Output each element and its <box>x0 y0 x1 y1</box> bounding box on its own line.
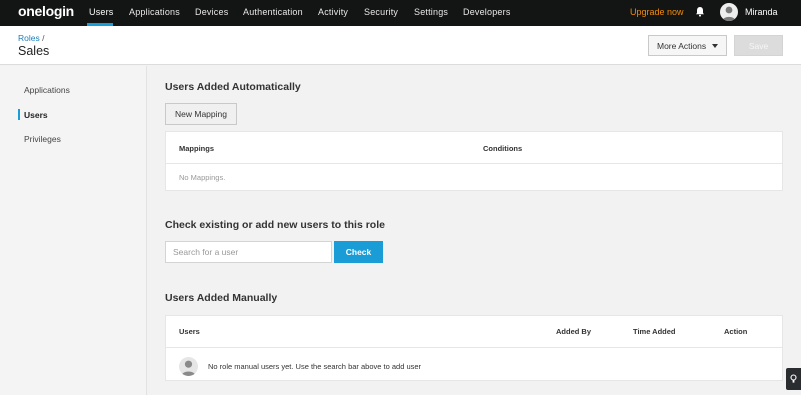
user-silhouette-icon <box>181 360 196 376</box>
nav-applications[interactable]: Applications <box>129 7 180 17</box>
nav-devices[interactable]: Devices <box>195 7 228 17</box>
empty-mappings-text: No Mappings. <box>179 173 226 182</box>
save-button[interactable]: Save <box>734 35 783 56</box>
onelogin-logo[interactable]: onelogin <box>18 3 74 19</box>
table-row: No role manual users yet. Use the search… <box>166 348 782 382</box>
nav-security[interactable]: Security <box>364 7 398 17</box>
manual-section-title: Users Added Manually <box>165 292 278 304</box>
page-title: Sales <box>18 44 50 58</box>
mappings-table: Mappings Conditions No Mappings. <box>165 131 783 191</box>
lightbulb-icon <box>790 374 797 383</box>
breadcrumb-roles-link[interactable]: Roles <box>18 33 40 43</box>
bell-icon[interactable] <box>695 6 705 17</box>
user-name[interactable]: Miranda <box>745 7 778 17</box>
user-silhouette-icon <box>722 6 736 21</box>
more-actions-button[interactable]: More Actions <box>648 35 727 56</box>
breadcrumb-separator: / <box>42 33 45 43</box>
nav-activity[interactable]: Activity <box>318 7 348 17</box>
avatar-placeholder <box>179 357 198 376</box>
breadcrumb: Roles / <box>18 33 44 43</box>
table-divider <box>166 163 782 164</box>
check-button[interactable]: Check <box>334 241 383 263</box>
sidebar-active-indicator <box>18 109 20 120</box>
search-user-input[interactable] <box>165 241 332 263</box>
sidebar-item-privileges[interactable]: Privileges <box>24 134 61 144</box>
nav-users[interactable]: Users <box>89 7 114 17</box>
column-header-users: Users <box>179 327 200 336</box>
more-actions-label: More Actions <box>657 40 707 51</box>
page-header: Roles / Sales More Actions Save <box>0 26 801 65</box>
chevron-down-icon <box>712 44 718 48</box>
column-header-mappings: Mappings <box>179 144 214 153</box>
empty-manual-users-text: No role manual users yet. Use the search… <box>208 362 422 371</box>
column-header-time-added: Time Added <box>633 327 676 336</box>
upgrade-now-link[interactable]: Upgrade now <box>630 7 684 17</box>
sidebar-item-users[interactable]: Users <box>24 110 48 120</box>
top-nav: onelogin Users Applications Devices Auth… <box>0 0 801 26</box>
auto-section-title: Users Added Automatically <box>165 81 301 93</box>
column-header-conditions: Conditions <box>483 144 523 153</box>
column-header-action: Action <box>724 327 748 336</box>
nav-authentication[interactable]: Authentication <box>243 7 303 17</box>
user-avatar[interactable] <box>720 3 738 21</box>
nav-developers[interactable]: Developers <box>463 7 511 17</box>
nav-settings[interactable]: Settings <box>414 7 448 17</box>
help-button[interactable] <box>786 368 801 390</box>
sidebar-item-applications[interactable]: Applications <box>24 85 70 95</box>
sidebar: Applications Users Privileges <box>0 66 147 395</box>
new-mapping-button[interactable]: New Mapping <box>165 103 237 125</box>
column-header-added-by: Added By <box>556 327 592 336</box>
manual-users-table: Users Added By Time Added Action No role… <box>165 315 783 381</box>
check-section-title: Check existing or add new users to this … <box>165 219 385 231</box>
